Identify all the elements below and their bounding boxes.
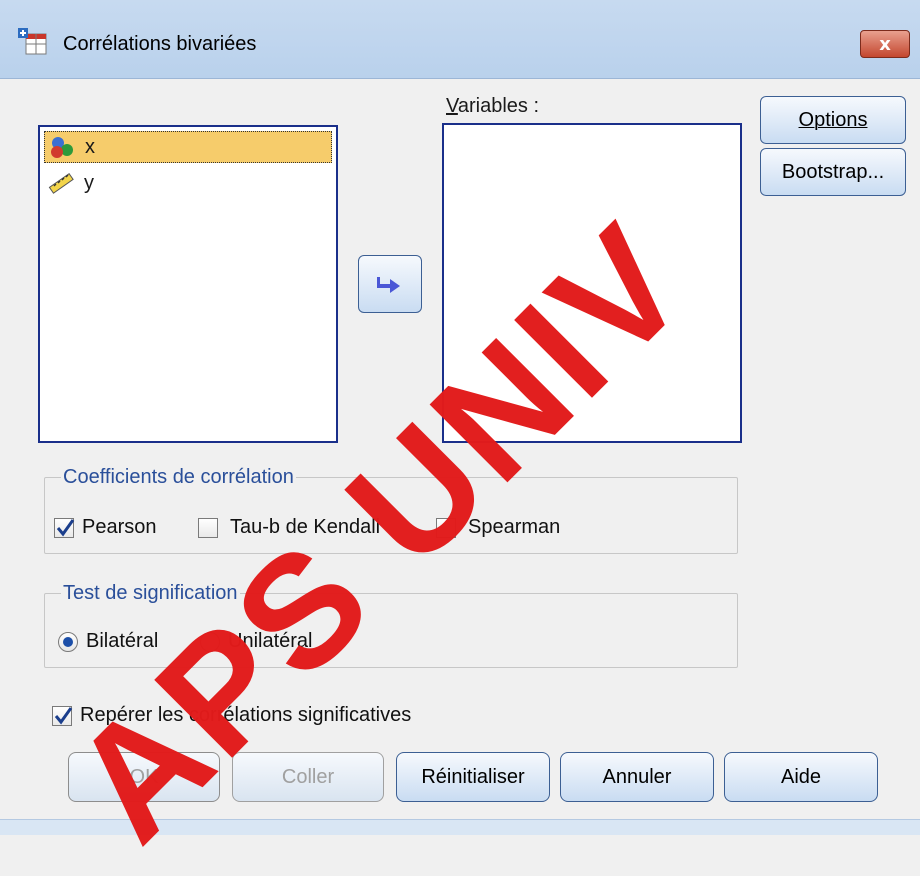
reset-button-label: Réinitialiser [421,765,525,788]
two-tailed-radio[interactable] [58,632,78,652]
flag-significant-label[interactable]: Repérer les corrélations significatives [80,704,411,727]
target-variable-list[interactable] [442,123,742,443]
one-tailed-radio[interactable] [200,632,220,652]
kendall-label[interactable]: Tau-b de Kendall [230,516,380,539]
correlation-coefficients-group: Coefficients de corrélation [44,466,738,554]
kendall-checkbox[interactable] [198,518,218,538]
group-legend: Test de signification [63,582,238,604]
options-button[interactable]: Options [760,96,906,144]
radio-dot [63,637,73,647]
nominal-variable-icon [51,137,73,158]
checkmark-icon [56,519,75,537]
source-variable-list[interactable]: x y [38,125,338,443]
ok-button[interactable]: OK [68,752,220,802]
list-item-label: y [84,171,94,194]
bootstrap-button[interactable]: Bootstrap... [760,148,906,196]
cancel-button[interactable]: Annuler [560,752,714,802]
one-tailed-label[interactable]: Unilatéral [228,630,312,653]
group-legend: Coefficients de corrélation [63,466,294,488]
paste-button-label: Coller [281,765,335,788]
checkmark-icon [54,707,73,725]
list-item-label: x [85,135,95,158]
paste-button[interactable]: Coller [232,752,384,802]
spearman-label[interactable]: Spearman [468,516,560,539]
ok-button-label: OK [129,765,159,788]
options-button-label: Options [798,108,868,131]
two-tailed-label[interactable]: Bilatéral [86,630,158,653]
list-item-y[interactable]: y [44,167,332,199]
significance-test-group: Test de signification [44,582,738,668]
close-icon: x [879,33,891,55]
scale-variable-icon [48,172,74,194]
spss-dialog-icon [18,28,47,55]
variables-label-accesskey: V [446,95,458,117]
flag-significant-checkbox[interactable] [52,706,73,726]
move-to-variables-button[interactable] [358,255,422,313]
variables-label-text: ariables : [457,95,540,117]
list-item-x[interactable]: x [44,131,332,163]
spearman-checkbox[interactable] [436,518,456,538]
bootstrap-button-label: Bootstrap... [781,160,885,183]
help-button[interactable]: Aide [724,752,878,802]
pearson-checkbox[interactable] [54,518,75,538]
arrow-right-icon [377,277,400,293]
reset-button[interactable]: Réinitialiser [396,752,550,802]
help-button-label: Aide [780,765,822,788]
cancel-button-label: Annuler [602,765,672,788]
variables-label: Variables : [446,95,539,118]
window-bottom-border [0,819,920,835]
close-button[interactable]: x [860,30,910,58]
pearson-label[interactable]: Pearson [82,516,157,539]
window-title: Corrélations bivariées [63,33,257,55]
